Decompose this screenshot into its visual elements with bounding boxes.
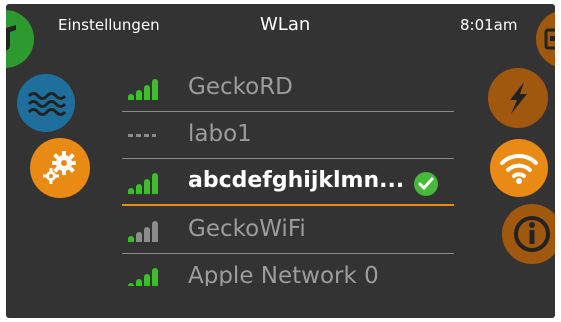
no-signal-icon xyxy=(128,125,164,147)
info-button[interactable] xyxy=(502,204,555,264)
stack-button[interactable] xyxy=(536,10,555,68)
network-name: labo1 xyxy=(188,121,252,147)
network-name: GeckoWiFi xyxy=(188,216,306,242)
signal-strength-icon xyxy=(128,220,164,242)
stack-icon xyxy=(536,10,555,68)
device-panel: Einstellungen WLan 8:01am GeckoRD labo1 … xyxy=(6,4,555,318)
lights-button[interactable] xyxy=(488,68,548,128)
network-name: Apple Network 0 xyxy=(188,263,379,286)
network-name: abcdefghijklmn... xyxy=(188,168,405,193)
water-button[interactable] xyxy=(17,74,75,132)
clock-time: 8:01am xyxy=(460,16,518,34)
page-title: WLan xyxy=(260,14,311,35)
signal-strength-icon xyxy=(128,172,164,194)
network-name: GeckoRD xyxy=(188,74,293,100)
list-item-selected[interactable]: abcdefghijklmn... xyxy=(122,160,454,206)
list-item[interactable]: Apple Network 0 xyxy=(122,255,454,286)
info-icon xyxy=(512,214,552,254)
list-item[interactable]: GeckoWiFi xyxy=(122,208,454,254)
lightning-icon xyxy=(498,78,538,118)
connected-check-icon xyxy=(414,172,438,196)
settings-label: Einstellungen xyxy=(58,16,160,34)
list-item[interactable]: GeckoRD xyxy=(122,66,454,112)
water-waves-icon xyxy=(26,88,66,118)
wifi-icon xyxy=(499,151,539,185)
music-button[interactable] xyxy=(6,10,34,68)
signal-strength-icon xyxy=(128,78,164,100)
settings-gears-icon xyxy=(40,150,80,186)
settings-button[interactable] xyxy=(30,138,90,198)
music-icon xyxy=(6,10,34,68)
wifi-button[interactable] xyxy=(490,139,548,197)
wifi-network-list[interactable]: GeckoRD labo1 abcdefghijklmn... GeckoWiF… xyxy=(122,66,454,286)
screen: Einstellungen WLan 8:01am GeckoRD labo1 … xyxy=(0,0,561,322)
list-item[interactable]: labo1 xyxy=(122,113,454,159)
signal-strength-icon xyxy=(128,267,164,286)
